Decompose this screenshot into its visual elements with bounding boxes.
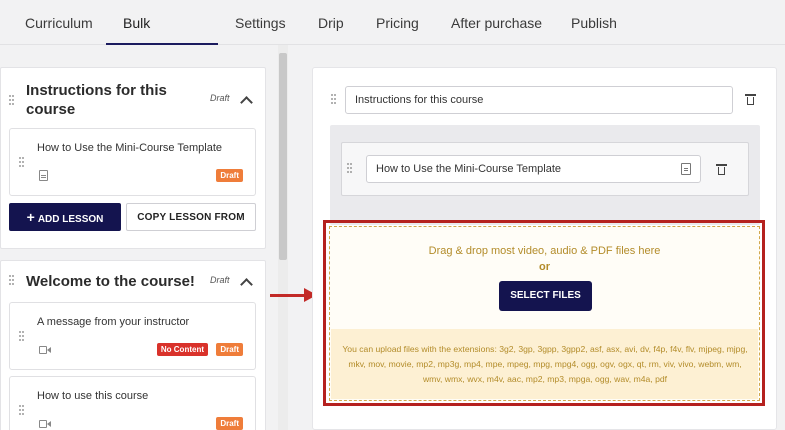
- draft-badge: Draft: [216, 343, 243, 356]
- no-content-badge: No Content: [156, 343, 208, 356]
- curriculum-column: Instructions for this course Draft How t…: [0, 45, 290, 430]
- drag-handle-icon[interactable]: [331, 94, 337, 106]
- tab-pricing[interactable]: Pricing: [376, 0, 419, 45]
- allowed-extensions-text: You can upload files with the extensions…: [342, 344, 748, 384]
- plus-icon: +: [26, 209, 35, 225]
- dropzone-or: or: [539, 261, 550, 273]
- drag-handle-icon[interactable]: [19, 331, 25, 343]
- annotation-arrow: [270, 294, 308, 297]
- section-card: Instructions for this course Draft How t…: [0, 67, 266, 249]
- section-status: Draft: [210, 93, 230, 103]
- section-status: Draft: [210, 275, 230, 285]
- drag-handle-icon[interactable]: [19, 157, 25, 169]
- section-card: Welcome to the course! Draft A message f…: [0, 260, 266, 430]
- section-title: Welcome to the course!: [26, 273, 195, 290]
- drag-handle-icon[interactable]: [347, 163, 353, 175]
- trash-icon[interactable]: [745, 94, 756, 105]
- lesson-card[interactable]: How to Use the Mini-Course Template Draf…: [9, 128, 256, 196]
- section-name-input[interactable]: Instructions for this course: [345, 86, 733, 114]
- copy-lesson-button[interactable]: COPY LESSON FROM: [126, 203, 256, 231]
- chevron-up-icon[interactable]: [240, 96, 253, 109]
- trash-icon[interactable]: [716, 164, 727, 175]
- select-files-button[interactable]: SELECT FILES: [499, 281, 592, 311]
- document-icon: [39, 170, 48, 181]
- drag-handle-icon[interactable]: [9, 95, 15, 107]
- tab-settings[interactable]: Settings: [235, 0, 286, 45]
- tab-bulk-importer[interactable]: Bulk importer: [106, 0, 218, 77]
- lesson-title[interactable]: A message from your instructor: [37, 316, 189, 328]
- drag-handle-icon[interactable]: [9, 275, 15, 287]
- add-lesson-button[interactable]: + ADD LESSON: [9, 203, 121, 231]
- chevron-up-icon[interactable]: [240, 278, 253, 291]
- top-tab-bar: Curriculum Bulk importer Settings Drip P…: [0, 0, 785, 77]
- lesson-name-input[interactable]: How to Use the Mini-Course Template: [366, 155, 701, 183]
- drag-handle-icon[interactable]: [19, 405, 25, 417]
- tab-publish[interactable]: Publish: [571, 0, 617, 45]
- video-icon: [39, 346, 51, 354]
- tab-drip[interactable]: Drip: [318, 0, 344, 45]
- lesson-card[interactable]: A message from your instructor No Conten…: [9, 302, 256, 370]
- draft-badge: Draft: [216, 169, 243, 182]
- pdf-file-icon: [681, 163, 691, 175]
- dropzone-instruction: Drag & drop most video, audio & PDF file…: [428, 245, 661, 257]
- lesson-card[interactable]: How to use this course Draft: [9, 376, 256, 430]
- section-title: Instructions for this: [26, 82, 167, 99]
- scrollbar-thumb[interactable]: [279, 53, 287, 260]
- lesson-title[interactable]: How to use this course: [37, 390, 148, 402]
- tab-curriculum[interactable]: Curriculum: [25, 0, 93, 45]
- draft-badge: Draft: [216, 417, 243, 430]
- section-title-line2: course: [26, 101, 76, 118]
- video-icon: [39, 420, 51, 428]
- lesson-title[interactable]: How to Use the Mini-Course Template: [37, 142, 222, 154]
- tab-after-purchase[interactable]: After purchase: [451, 0, 542, 45]
